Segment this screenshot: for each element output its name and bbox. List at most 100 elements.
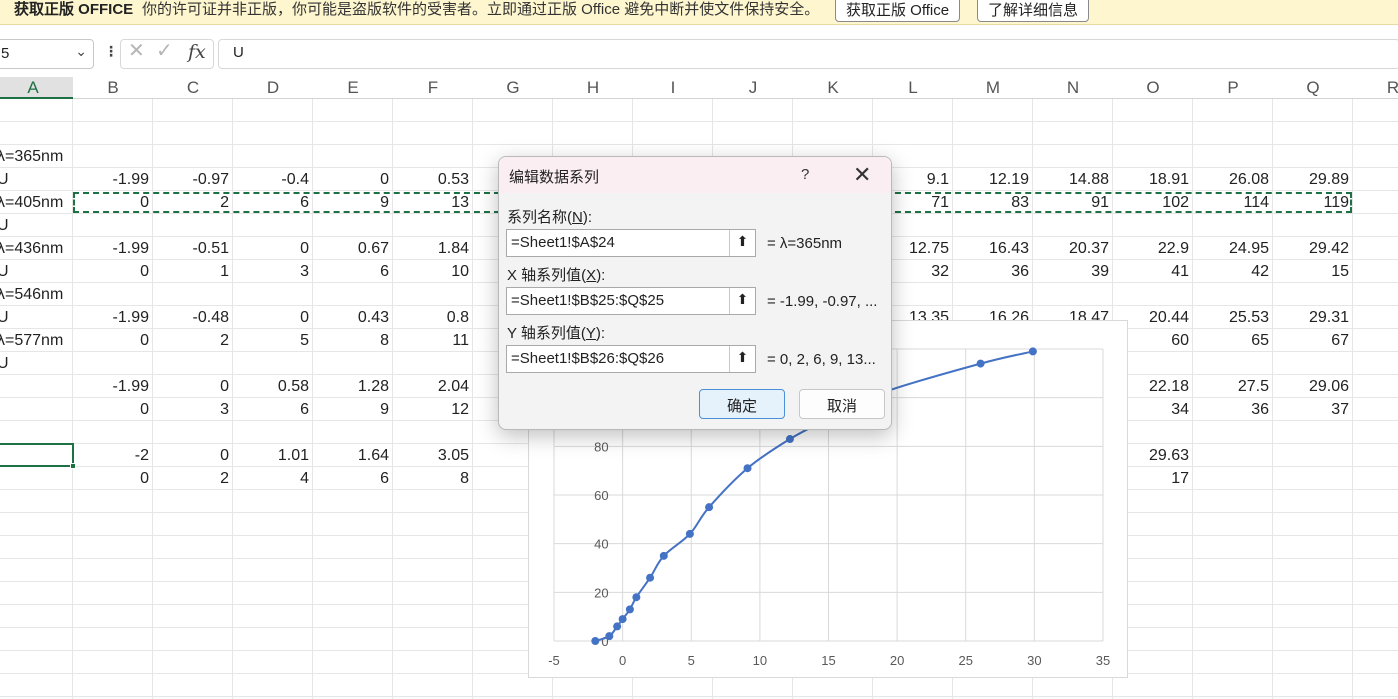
cell-label[interactable]: λ=546nm bbox=[0, 283, 77, 306]
cell-label[interactable]: λ=577nm bbox=[0, 329, 77, 352]
cell-e[interactable]: 6 bbox=[313, 467, 393, 490]
cell-f[interactable]: 2.04 bbox=[393, 375, 473, 398]
cell-d[interactable]: 0.58 bbox=[233, 375, 313, 398]
column-header-i[interactable]: I bbox=[633, 77, 713, 99]
column-header-a[interactable]: A bbox=[0, 77, 73, 99]
cell-d[interactable]: 0 bbox=[233, 237, 313, 260]
cell-e[interactable]: 6 bbox=[313, 260, 393, 283]
cell-f[interactable]: 1.84 bbox=[393, 237, 473, 260]
learn-more-button[interactable]: 了解详细信息 bbox=[977, 0, 1090, 22]
name-box[interactable]: 5 ⌄ bbox=[0, 39, 94, 69]
column-header-f[interactable]: F bbox=[393, 77, 473, 99]
cell-c[interactable]: 3 bbox=[153, 398, 233, 421]
cell-label[interactable]: λ=436nm bbox=[0, 237, 77, 260]
cell-d[interactable]: 3 bbox=[233, 260, 313, 283]
cell-e[interactable]: 0.67 bbox=[313, 237, 393, 260]
cell-n[interactable]: 20.37 bbox=[1033, 237, 1113, 260]
cell-c[interactable]: -0.97 bbox=[153, 168, 233, 191]
cell-c[interactable]: 2 bbox=[153, 329, 233, 352]
formula-input[interactable]: U bbox=[218, 39, 1398, 69]
cell-b[interactable]: -1.99 bbox=[73, 237, 153, 260]
column-header-d[interactable]: D bbox=[233, 77, 313, 99]
cell-f[interactable]: 10 bbox=[393, 260, 473, 283]
cell-e[interactable]: 9 bbox=[313, 398, 393, 421]
column-header-b[interactable]: B bbox=[73, 77, 153, 99]
cell-m[interactable]: 12.19 bbox=[953, 168, 1033, 191]
column-header-n[interactable]: N bbox=[1033, 77, 1113, 99]
column-header-h[interactable]: H bbox=[553, 77, 633, 99]
y-values-input[interactable]: =Sheet1!$B$26:$Q$26 ⬆ bbox=[506, 345, 756, 373]
cell-d[interactable]: 6 bbox=[233, 398, 313, 421]
cell-n[interactable]: 39 bbox=[1033, 260, 1113, 283]
cell-label[interactable]: U bbox=[0, 260, 77, 283]
more-options-icon[interactable]: ⋮ bbox=[104, 43, 118, 60]
cell-p[interactable]: 42 bbox=[1193, 260, 1273, 283]
cell-p[interactable]: 24.95 bbox=[1193, 237, 1273, 260]
column-header-k[interactable]: K bbox=[793, 77, 873, 99]
column-header-r[interactable]: R bbox=[1353, 77, 1398, 99]
cell-f[interactable]: 12 bbox=[393, 398, 473, 421]
column-header-p[interactable]: P bbox=[1193, 77, 1273, 99]
cell-f[interactable]: 3.05 bbox=[393, 444, 473, 467]
fill-handle[interactable] bbox=[70, 463, 76, 469]
column-header-e[interactable]: E bbox=[313, 77, 393, 99]
cell-c[interactable]: -0.48 bbox=[153, 306, 233, 329]
cell-o[interactable]: 41 bbox=[1113, 260, 1193, 283]
cancel-entry-icon[interactable]: ✕ bbox=[128, 38, 145, 63]
cell-label[interactable]: λ=405nm bbox=[0, 191, 77, 214]
cell-m[interactable]: 16.43 bbox=[953, 237, 1033, 260]
ok-button[interactable]: 确定 bbox=[699, 389, 785, 419]
cell-d[interactable]: 5 bbox=[233, 329, 313, 352]
cell-p[interactable]: 36 bbox=[1193, 398, 1273, 421]
cell-b[interactable]: -1.99 bbox=[73, 306, 153, 329]
cell-e[interactable]: 1.28 bbox=[313, 375, 393, 398]
cell-b[interactable]: -2 bbox=[73, 444, 153, 467]
cell-b[interactable]: -1.99 bbox=[73, 168, 153, 191]
cell-b[interactable]: 0 bbox=[73, 398, 153, 421]
cell-e[interactable]: 8 bbox=[313, 329, 393, 352]
column-header-c[interactable]: C bbox=[153, 77, 233, 99]
cancel-button[interactable]: 取消 bbox=[799, 389, 885, 419]
cell-q[interactable]: 37 bbox=[1273, 398, 1353, 421]
cell-p[interactable]: 25.53 bbox=[1193, 306, 1273, 329]
cell-q[interactable]: 67 bbox=[1273, 329, 1353, 352]
get-genuine-office-button[interactable]: 获取正版 Office bbox=[835, 0, 961, 22]
cell-c[interactable]: 0 bbox=[153, 375, 233, 398]
cell-e[interactable]: 0 bbox=[313, 168, 393, 191]
collapse-dialog-icon[interactable]: ⬆ bbox=[729, 288, 755, 314]
cell-q[interactable]: 29.89 bbox=[1273, 168, 1353, 191]
cell-c[interactable]: -0.51 bbox=[153, 237, 233, 260]
help-icon[interactable]: ? bbox=[801, 166, 809, 183]
collapse-dialog-icon[interactable]: ⬆ bbox=[729, 346, 755, 372]
cell-p[interactable]: 27.5 bbox=[1193, 375, 1273, 398]
confirm-entry-icon[interactable]: ✓ bbox=[156, 38, 173, 63]
cell-label[interactable]: U bbox=[0, 352, 77, 375]
cell-p[interactable]: 26.08 bbox=[1193, 168, 1273, 191]
collapse-dialog-icon[interactable]: ⬆ bbox=[729, 230, 755, 256]
cell-c[interactable]: 1 bbox=[153, 260, 233, 283]
active-cell-selection[interactable] bbox=[0, 443, 76, 469]
chevron-down-icon[interactable]: ⌄ bbox=[75, 43, 87, 60]
cell-f[interactable]: 0.8 bbox=[393, 306, 473, 329]
cell-d[interactable]: 1.01 bbox=[233, 444, 313, 467]
cell-f[interactable]: 8 bbox=[393, 467, 473, 490]
cell-b[interactable]: 0 bbox=[73, 260, 153, 283]
cell-q[interactable]: 29.06 bbox=[1273, 375, 1353, 398]
cell-n[interactable]: 14.88 bbox=[1033, 168, 1113, 191]
close-icon[interactable]: ✕ bbox=[853, 162, 871, 188]
cell-m[interactable]: 36 bbox=[953, 260, 1033, 283]
cell-c[interactable]: 0 bbox=[153, 444, 233, 467]
column-header-g[interactable]: G bbox=[473, 77, 553, 99]
cell-label[interactable]: U bbox=[0, 214, 77, 237]
cell-b[interactable]: -1.99 bbox=[73, 375, 153, 398]
insert-function-icon[interactable]: fx bbox=[188, 41, 206, 63]
x-values-input[interactable]: =Sheet1!$B$25:$Q$25 ⬆ bbox=[506, 287, 756, 315]
cell-e[interactable]: 0.43 bbox=[313, 306, 393, 329]
column-header-m[interactable]: M bbox=[953, 77, 1033, 99]
cell-c[interactable]: 2 bbox=[153, 467, 233, 490]
cell-e[interactable]: 1.64 bbox=[313, 444, 393, 467]
cell-p[interactable]: 65 bbox=[1193, 329, 1273, 352]
cell-q[interactable]: 29.42 bbox=[1273, 237, 1353, 260]
cell-d[interactable]: -0.4 bbox=[233, 168, 313, 191]
cell-o[interactable]: 22.9 bbox=[1113, 237, 1193, 260]
